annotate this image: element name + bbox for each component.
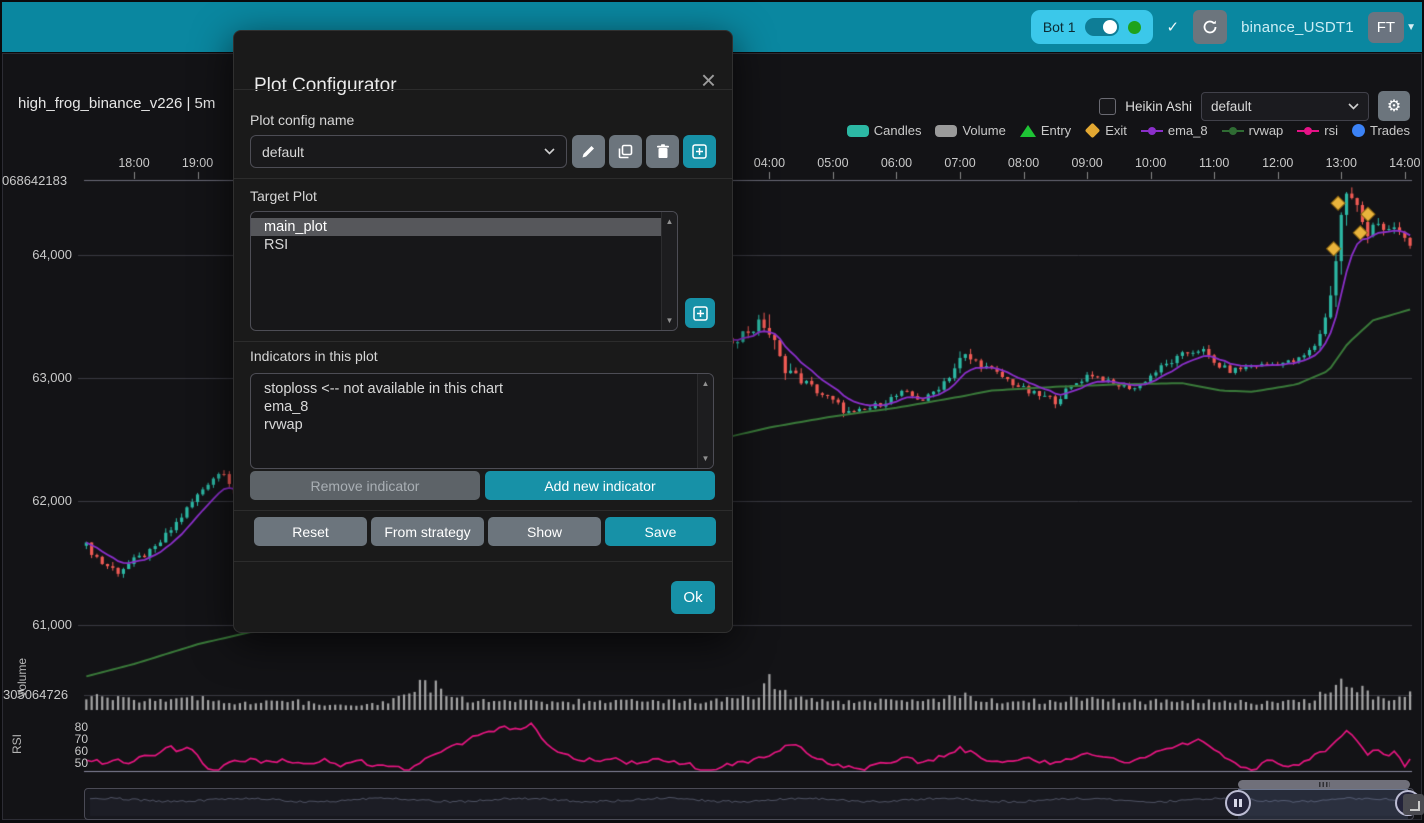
ft-menu-button[interactable]: FT bbox=[1368, 12, 1404, 43]
legend-item-entry[interactable]: Entry bbox=[1020, 123, 1071, 138]
divider bbox=[234, 178, 732, 179]
indicators-listbox[interactable]: stoploss <-- not available in this chart… bbox=[250, 373, 714, 469]
pair-label: binance_USDT1 bbox=[1241, 19, 1354, 36]
rsi-pane-label: RSI bbox=[10, 729, 24, 759]
legend-label: Trades bbox=[1370, 123, 1410, 138]
add-plot-button[interactable] bbox=[685, 298, 715, 328]
pencil-icon bbox=[581, 144, 596, 159]
gear-icon: ⚙ bbox=[1387, 96, 1401, 116]
legend-item-exit[interactable]: Exit bbox=[1085, 123, 1127, 138]
trash-icon bbox=[656, 144, 670, 159]
plot-configurator-modal: Plot Configurator × Plot config name def… bbox=[233, 30, 733, 633]
navigator-zoom-slider[interactable] bbox=[1238, 780, 1410, 789]
legend-item-ema_8[interactable]: ema_8 bbox=[1141, 123, 1208, 138]
bot-toggle[interactable] bbox=[1085, 18, 1119, 36]
bot-name-label: Bot 1 bbox=[1043, 19, 1076, 35]
refresh-icon bbox=[1202, 19, 1218, 35]
check-icon: ✓ bbox=[1167, 18, 1180, 36]
resize-grip[interactable] bbox=[1403, 794, 1424, 815]
target-plot-listbox[interactable]: main_plotRSI ▲ ▼ bbox=[250, 211, 678, 331]
scroll-down-icon[interactable]: ▼ bbox=[662, 316, 677, 325]
legend-label: Entry bbox=[1041, 123, 1071, 138]
legend-item-volume[interactable]: Volume bbox=[935, 123, 1005, 138]
reset-button[interactable]: Reset bbox=[254, 517, 367, 546]
modal-title: Plot Configurator bbox=[254, 75, 397, 97]
scroll-up-icon[interactable]: ▲ bbox=[662, 217, 677, 226]
divider bbox=[234, 341, 732, 342]
scroll-down-icon[interactable]: ▼ bbox=[698, 454, 713, 463]
list-item[interactable]: rvwap bbox=[251, 416, 697, 434]
remove-indicator-button[interactable]: Remove indicator bbox=[250, 471, 480, 500]
from-strategy-button[interactable]: From strategy bbox=[371, 517, 484, 546]
rsi-legend-marker bbox=[1297, 126, 1319, 135]
chevron-down-icon bbox=[544, 148, 555, 155]
legend-label: rvwap bbox=[1249, 123, 1284, 138]
list-item[interactable]: ema_8 bbox=[251, 398, 697, 416]
listbox-scrollbar[interactable]: ▲ ▼ bbox=[661, 212, 677, 330]
duplicate-config-button[interactable] bbox=[609, 135, 642, 168]
ok-button[interactable]: Ok bbox=[671, 581, 715, 614]
candles-legend-marker bbox=[847, 125, 869, 137]
list-item[interactable]: stoploss <-- not available in this chart bbox=[251, 380, 697, 398]
add-new-indicator-button[interactable]: Add new indicator bbox=[485, 471, 715, 500]
edit-config-button[interactable] bbox=[572, 135, 605, 168]
legend-item-rvwap[interactable]: rvwap bbox=[1222, 123, 1284, 138]
chevron-down-icon: ▼ bbox=[1406, 22, 1416, 33]
divider bbox=[234, 561, 732, 562]
legend-item-candles[interactable]: Candles bbox=[847, 123, 922, 138]
copy-icon bbox=[618, 144, 633, 159]
divider bbox=[234, 510, 732, 511]
chevron-down-icon bbox=[1348, 103, 1359, 110]
navigator-selection[interactable] bbox=[1238, 789, 1408, 819]
list-item[interactable]: main_plot bbox=[251, 218, 661, 236]
entry-legend-marker bbox=[1020, 125, 1036, 137]
plot-settings-button[interactable]: ⚙ bbox=[1378, 91, 1410, 121]
exit-legend-marker bbox=[1085, 123, 1101, 139]
volume-pane-label: Volume bbox=[15, 648, 29, 708]
heikin-ashi-checkbox[interactable] bbox=[1099, 98, 1116, 115]
add-config-button[interactable] bbox=[683, 135, 716, 168]
heikin-ashi-label: Heikin Ashi bbox=[1125, 99, 1192, 114]
show-button[interactable]: Show bbox=[488, 517, 601, 546]
bot-online-dot bbox=[1128, 21, 1141, 34]
delete-config-button[interactable] bbox=[646, 135, 679, 168]
plot-config-select-value: default bbox=[1211, 99, 1252, 114]
chart-title: high_frog_binance_v226 | 5m bbox=[18, 95, 215, 112]
indicators-label: Indicators in this plot bbox=[250, 348, 378, 364]
legend-item-trades[interactable]: Trades bbox=[1352, 123, 1410, 138]
refresh-button[interactable] bbox=[1193, 10, 1227, 44]
ft-label: FT bbox=[1377, 19, 1395, 36]
list-item[interactable]: RSI bbox=[251, 236, 661, 254]
scroll-up-icon[interactable]: ▲ bbox=[698, 379, 713, 388]
legend-label: Volume bbox=[962, 123, 1005, 138]
legend-label: Candles bbox=[874, 123, 922, 138]
legend-label: rsi bbox=[1324, 123, 1338, 138]
plot-config-select[interactable]: default bbox=[1201, 92, 1369, 121]
config-name-select-value: default bbox=[262, 144, 304, 160]
plus-square-icon bbox=[692, 144, 707, 159]
target-plot-label: Target Plot bbox=[250, 188, 317, 204]
plus-square-icon bbox=[693, 306, 708, 321]
navigator-left-handle[interactable] bbox=[1225, 790, 1251, 816]
config-name-select[interactable]: default bbox=[250, 135, 567, 168]
save-button[interactable]: Save bbox=[605, 517, 716, 546]
plot-config-name-label: Plot config name bbox=[250, 112, 354, 128]
ema_8-legend-marker bbox=[1141, 126, 1163, 135]
divider bbox=[234, 89, 732, 90]
toggle-knob bbox=[1103, 20, 1117, 34]
chart-navigator[interactable] bbox=[84, 788, 1414, 820]
legend-label: Exit bbox=[1105, 123, 1127, 138]
bot-selector-chip[interactable]: Bot 1 bbox=[1031, 10, 1153, 44]
legend-item-rsi[interactable]: rsi bbox=[1297, 123, 1338, 138]
volume-legend-marker bbox=[935, 125, 957, 137]
listbox-scrollbar[interactable]: ▲ ▼ bbox=[697, 374, 713, 468]
chart-controls-row: Heikin Ashi default ⚙ bbox=[1099, 91, 1410, 121]
slider-grip-icon bbox=[1319, 782, 1330, 787]
legend-label: ema_8 bbox=[1168, 123, 1208, 138]
chart-legend: Candles Volume Entry Exit ema_8 rvwap rsi Trade… bbox=[847, 123, 1410, 138]
rvwap-legend-marker bbox=[1222, 126, 1244, 135]
trades-legend-marker bbox=[1352, 124, 1365, 137]
